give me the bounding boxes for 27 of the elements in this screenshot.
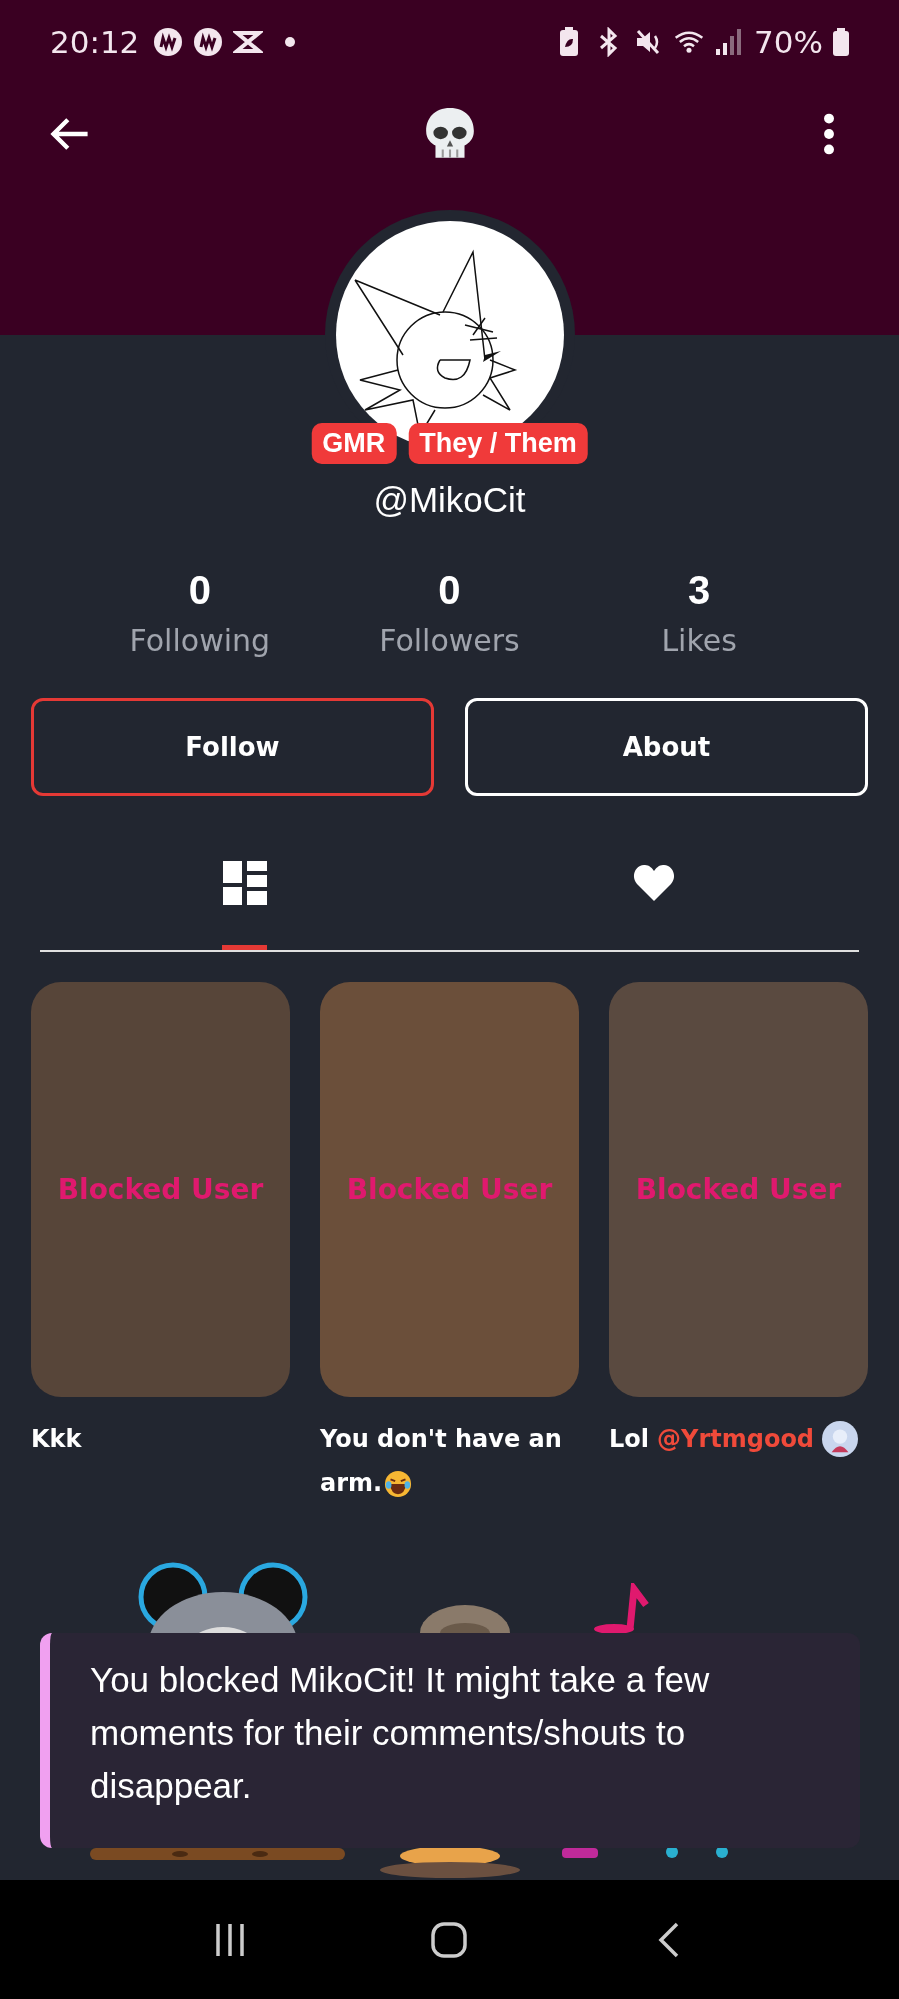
post-caption: You don't have an arm. (320, 1424, 563, 1500)
profile-badge: They / Them (408, 423, 588, 464)
stat-label: Likes (661, 623, 737, 658)
blocked-label: Blocked User (635, 1173, 842, 1206)
username: @MikoCit (372, 480, 527, 520)
post-caption: Lol (609, 1424, 649, 1455)
app-notification-icon (193, 27, 224, 57)
stat-label: Followers (379, 623, 520, 658)
about-button[interactable]: About (465, 698, 868, 796)
battery-icon (833, 28, 849, 56)
home-icon[interactable] (429, 1919, 470, 1960)
status-time: 20:12 (50, 24, 140, 60)
stat-label: Following (129, 623, 271, 658)
app-notification-icon (153, 27, 184, 57)
follow-button[interactable]: Follow (31, 698, 434, 796)
battery-percentage: 70% (754, 24, 823, 60)
stat-value: 0 (438, 568, 461, 613)
stat-value: 3 (688, 568, 711, 613)
notification-dot-icon (285, 37, 296, 47)
grid-icon (222, 861, 267, 905)
blocked-label: Blocked User (346, 1173, 553, 1206)
toast-message: You blocked MikoCit! It might take a few moments for their comments/shouts to disappear. (90, 1659, 711, 1807)
profile-badge: GMR (311, 423, 397, 464)
blocked-label: Blocked User (57, 1173, 264, 1206)
post-caption: Kkk (31, 1424, 82, 1455)
user-mention-link[interactable]: @Yrtmgood (657, 1417, 815, 1461)
stat-value: 0 (188, 568, 211, 613)
